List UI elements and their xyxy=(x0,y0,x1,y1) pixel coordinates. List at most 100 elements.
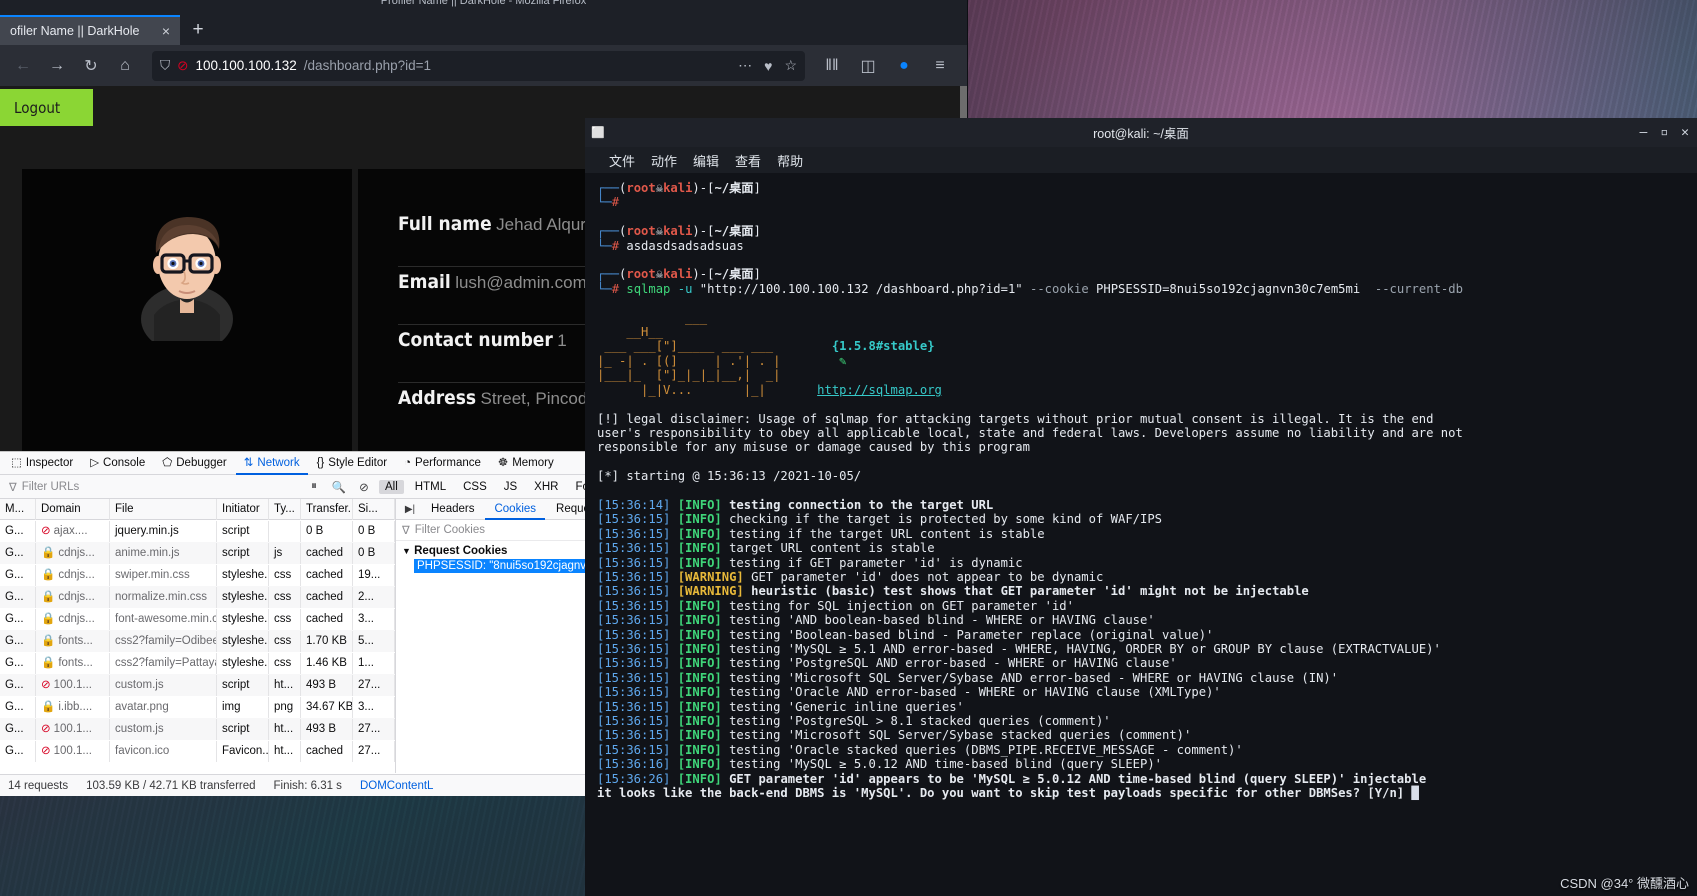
cell-size: 2... xyxy=(353,586,395,608)
column-header-initiator[interactable]: Initiator xyxy=(217,499,269,520)
reload-icon[interactable]: ↻ xyxy=(76,51,106,81)
maximize-icon[interactable]: ▫ xyxy=(1660,125,1668,140)
broken-lock-icon[interactable]: ⊘ xyxy=(177,58,188,74)
table-row[interactable]: G... ⊘ 100.1... custom.js script ht... 493 B 27… xyxy=(0,718,395,740)
terminal-output[interactable]: ┌──(root☠kali)-[~/桌面] └─# ┌──(root☠kali)… xyxy=(585,173,1697,896)
account-icon[interactable]: ● xyxy=(889,51,919,81)
network-icon: ⇅ xyxy=(243,456,254,469)
bookmark-star-icon[interactable]: ☆ xyxy=(784,57,797,74)
pocket-icon[interactable]: ♥ xyxy=(764,58,772,74)
cell-size: 27... xyxy=(353,740,395,762)
cell-method: G... xyxy=(0,520,36,542)
cell-domain: 🔒 cdnjs... xyxy=(36,564,110,586)
new-tab-button[interactable]: + xyxy=(180,15,216,45)
expand-pane-icon[interactable]: ▶| xyxy=(400,504,420,515)
cell-type: css xyxy=(269,630,301,652)
column-header-file[interactable]: File xyxy=(110,499,217,520)
table-row[interactable]: G... ⊘ 100.1... favicon.ico Favicon... ht... c… xyxy=(0,740,395,762)
browser-tab-darkhole[interactable]: ofiler Name || DarkHole × xyxy=(0,15,180,45)
status-domcontentloaded: DOMContentL xyxy=(359,779,434,792)
type-filter-all[interactable]: All xyxy=(379,479,404,494)
menu-actions[interactable]: 动作 xyxy=(651,151,677,170)
column-header-transfer[interactable]: Transfer... xyxy=(301,499,353,520)
cell-domain: 🔒 cdnjs... xyxy=(36,586,110,608)
column-header-size[interactable]: Si... xyxy=(353,499,395,520)
table-row[interactable]: G... 🔒 i.ibb.... avatar.png img png 34.67 KB 3.… xyxy=(0,696,395,718)
type-filter-js[interactable]: JS xyxy=(498,480,523,494)
detail-tab-cookies[interactable]: Cookies xyxy=(485,499,545,520)
status-request-count: 14 requests xyxy=(8,779,69,792)
page-actions-icon[interactable]: ⋯ xyxy=(738,57,752,74)
type-filter-xhr[interactable]: XHR xyxy=(528,480,564,494)
filter-icon: ∇ xyxy=(402,525,410,537)
tab-network[interactable]: ⇅ Network xyxy=(236,452,308,475)
filter-urls-input[interactable]: ∇ Filter URLs xyxy=(4,478,299,496)
menu-view[interactable]: 查看 xyxy=(735,151,761,170)
table-row[interactable]: G...🔒fonts...css2?family=Odibee+Sans...s… xyxy=(0,630,395,652)
cell-file: swiper.min.css xyxy=(110,564,217,586)
column-header-domain[interactable]: Domain xyxy=(36,499,110,520)
column-header-type[interactable]: Ty... xyxy=(269,499,301,520)
tab-label: Style Editor xyxy=(328,456,388,469)
tab-memory[interactable]: ☸ Memory xyxy=(490,452,562,475)
menu-edit[interactable]: 编辑 xyxy=(693,151,719,170)
detail-tab-headers[interactable]: Headers xyxy=(422,499,483,520)
tab-inspector[interactable]: ⬚ Inspector xyxy=(3,452,81,475)
column-header-method[interactable]: M... xyxy=(0,499,36,520)
tab-performance[interactable]: ◔ Performance xyxy=(396,452,489,475)
lock-icon: 🔒 xyxy=(41,700,56,713)
cookie-key: PHPSESSID xyxy=(417,560,483,572)
memory-icon: ☸ xyxy=(497,456,509,469)
minimize-icon[interactable]: – xyxy=(1640,125,1648,140)
close-icon[interactable]: × xyxy=(162,23,170,39)
avatar-card xyxy=(22,169,352,458)
table-row[interactable]: G... 🔒 cdnjs... anime.min.js script js cached 0… xyxy=(0,542,395,564)
type-filter-css[interactable]: CSS xyxy=(457,480,493,494)
pause-icon[interactable]: ⏸ xyxy=(304,480,324,493)
cell-file: favicon.ico xyxy=(110,740,217,762)
table-row[interactable]: G...🔒fonts...css2?family=Pattaya&disp...… xyxy=(0,652,395,674)
style-editor-icon: {} xyxy=(316,456,325,469)
url-bar[interactable]: ⛉ ⊘ 100.100.100.132/dashboard.php?id=1 ⋯… xyxy=(152,50,805,81)
cookie-entry-phpsessid[interactable]: PHPSESSID: "8nui5so192cjagnvn3 xyxy=(414,559,602,573)
cell-file: custom.js xyxy=(110,674,217,696)
forward-icon[interactable]: → xyxy=(42,51,72,81)
tab-console[interactable]: ▷ Console xyxy=(82,452,153,475)
home-icon[interactable]: ⌂ xyxy=(110,51,140,81)
cell-file: anime.min.js xyxy=(110,542,217,564)
table-row[interactable]: G... 🔒 cdnjs... swiper.min.css styleshe... cs… xyxy=(0,564,395,586)
cell-method: G... xyxy=(0,674,36,696)
chevron-down-icon[interactable]: ▼ xyxy=(402,546,411,556)
menu-file[interactable]: 文件 xyxy=(609,151,635,170)
broken-lock-icon: ⊘ xyxy=(41,678,51,691)
table-row[interactable]: G... ⊘ ajax.... jquery.min.js script 0 B0 B xyxy=(0,520,395,542)
type-filter-html[interactable]: HTML xyxy=(409,480,452,494)
cell-initiator: script xyxy=(217,674,269,696)
tab-style-editor[interactable]: {} Style Editor xyxy=(309,452,396,475)
cell-size: 19... xyxy=(353,564,395,586)
cell-size: 3... xyxy=(353,696,395,718)
clear-icon[interactable]: ⊘ xyxy=(354,480,374,494)
cell-initiator: Favicon... xyxy=(217,740,269,762)
firefox-window-title: Profiler Name || DarkHole - Mozilla Fire… xyxy=(380,0,587,7)
network-request-list[interactable]: M... Domain File Initiator Ty... Transfe… xyxy=(0,499,396,773)
cell-domain: 🔒 cdnjs... xyxy=(36,608,110,630)
field-value: lush@admin.com xyxy=(455,273,587,292)
shield-icon[interactable]: ⛉ xyxy=(160,58,170,74)
app-menu-icon[interactable]: ≡ xyxy=(925,51,955,81)
cell-initiator: styleshe... xyxy=(217,652,269,674)
table-row[interactable]: G... 🔒 cdnjs... normalize.min.css styleshe..… xyxy=(0,586,395,608)
tab-debugger[interactable]: ⬠ Debugger xyxy=(154,452,235,475)
back-icon[interactable]: ← xyxy=(8,51,38,81)
menu-help[interactable]: 帮助 xyxy=(777,151,803,170)
search-icon[interactable]: 🔍 xyxy=(329,480,349,494)
cell-type: css xyxy=(269,586,301,608)
table-row[interactable]: G... ⊘ 100.1... custom.js script ht... 493 B 27… xyxy=(0,674,395,696)
library-icon[interactable]: ‖‖ xyxy=(817,51,847,81)
cell-transfer: cached xyxy=(301,542,353,564)
logout-button[interactable]: Logout xyxy=(0,89,93,126)
table-row[interactable]: G...🔒cdnjs...font-awesome.min.cssstylesh… xyxy=(0,608,395,630)
sidebar-icon[interactable]: ◫ xyxy=(853,51,883,81)
close-icon[interactable]: ✕ xyxy=(1681,125,1689,140)
cell-size: 27... xyxy=(353,718,395,740)
